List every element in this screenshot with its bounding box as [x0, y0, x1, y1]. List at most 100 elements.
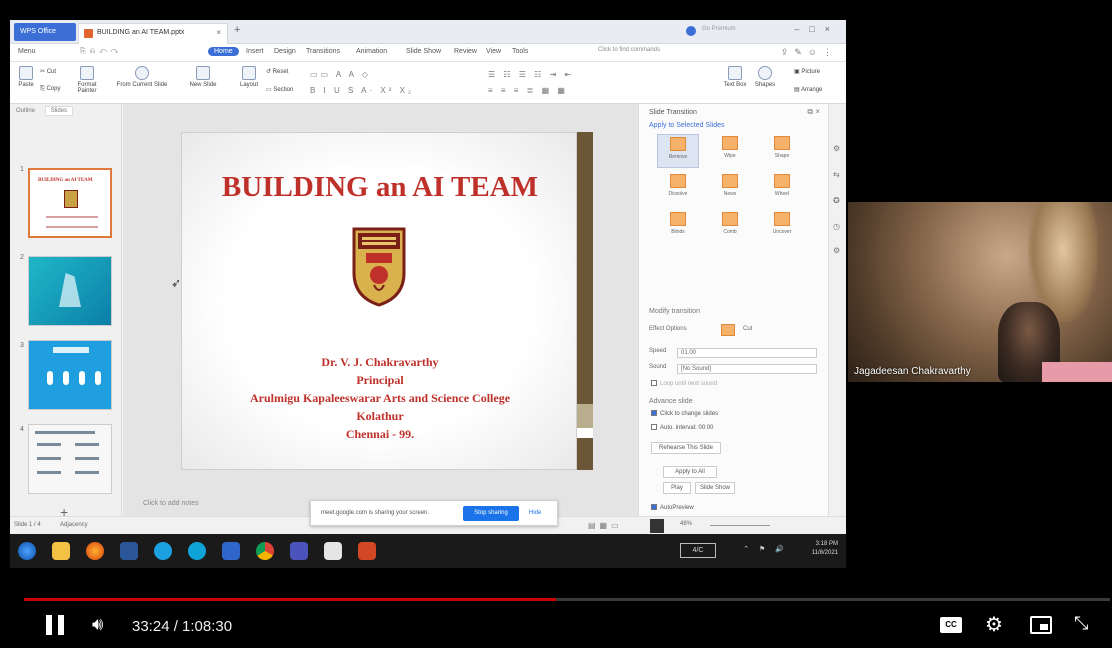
miniplayer-icon[interactable] [1030, 616, 1052, 634]
transition-comb[interactable]: Comb [709, 210, 751, 244]
tab-tools[interactable]: Tools [512, 48, 528, 55]
slide-thumbnail-3[interactable] [28, 340, 112, 410]
auto-interval-checkbox[interactable]: Auto. interval: 00:00 [651, 424, 713, 431]
autopreview-checkbox[interactable]: AutoPreview [651, 504, 694, 511]
language-indicator[interactable]: 4/C [680, 543, 716, 558]
tab-animation[interactable]: Animation [356, 48, 387, 55]
arrange-button[interactable]: ▤ Arrange [794, 86, 822, 93]
slide-thumbnail-2[interactable] [28, 256, 112, 326]
transition-wheel[interactable]: Wheel [761, 172, 803, 206]
system-tray-icons[interactable]: ⌃ ⚑ 🔊 [743, 545, 788, 553]
play-button[interactable]: Play [663, 482, 691, 494]
start-icon[interactable] [18, 542, 36, 560]
transition-uncover[interactable]: Uncover [761, 210, 803, 244]
app-icon[interactable] [222, 542, 240, 560]
notes-placeholder[interactable]: Click to add notes [143, 500, 199, 507]
close-tab-icon[interactable]: × [216, 24, 221, 42]
slide-thumbnail-4[interactable] [28, 424, 112, 494]
close-panel-icon[interactable]: ⧉ × [807, 107, 820, 117]
effect-icon[interactable] [721, 324, 735, 336]
section-button[interactable]: ▭ Section [266, 86, 293, 93]
apply-to-all-button[interactable]: Apply to All [663, 466, 717, 478]
zoom-slider[interactable] [710, 525, 770, 526]
transition-blinds[interactable]: Blinds [657, 210, 699, 244]
select-icon[interactable]: ⇆ [833, 170, 840, 179]
command-search[interactable]: Click to find commands [598, 47, 698, 59]
transition-dissolve[interactable]: Dissolve [657, 172, 699, 206]
speed-input[interactable]: 01.00 [677, 348, 817, 358]
share-icons[interactable]: ⇪✎☺⋮ [781, 47, 838, 58]
settings-icon[interactable]: ⚙ [833, 246, 840, 255]
tab-transitions[interactable]: Transitions [306, 48, 340, 55]
view-buttons[interactable]: ▤▦▭ [588, 521, 623, 530]
cut-button[interactable]: ✂ Cut [40, 68, 56, 75]
zoom-level[interactable]: 48% [680, 521, 692, 527]
captions-icon[interactable]: CC [940, 617, 962, 633]
hide-banner-link[interactable]: Hide [529, 510, 541, 516]
tab-review[interactable]: Review [454, 48, 477, 55]
volume-icon[interactable]: 🔊︎ [92, 614, 103, 635]
tab-slide-show[interactable]: Slide Show [406, 48, 441, 55]
layout-button[interactable]: Layout [236, 66, 262, 88]
paragraph-controls[interactable]: ☰ ☷ ☰ ☷ ⇥ ⇤ [488, 70, 574, 79]
pause-icon[interactable] [46, 615, 64, 635]
edge-icon[interactable] [154, 542, 172, 560]
transition-news[interactable]: News [709, 172, 751, 206]
new-slide-button[interactable]: New Slide [188, 66, 218, 88]
exit-fullscreen-icon[interactable]: ⤡ [1074, 613, 1088, 634]
slideshow-icon[interactable] [650, 519, 664, 533]
tab-design[interactable]: Design [274, 48, 296, 55]
current-slide[interactable]: BUILDING an AI TEAM Dr. V. J. Chakravart… [181, 132, 577, 470]
slide-thumbnail-1[interactable]: BUILDING an AI TEAM [28, 168, 112, 238]
browser-icon[interactable] [188, 542, 206, 560]
file-explorer-icon[interactable] [52, 542, 70, 560]
teams-icon[interactable] [290, 542, 308, 560]
play-from-current-button[interactable]: From Current Slide [114, 66, 170, 88]
tab-insert[interactable]: Insert [246, 48, 264, 55]
properties-icon[interactable]: ⚙ [833, 144, 840, 153]
apply-scope[interactable]: Apply to Selected Slides [649, 122, 725, 129]
firefox-icon[interactable] [86, 542, 104, 560]
tab-outline[interactable]: Outline [16, 108, 35, 114]
rehearse-button[interactable]: Rehearse This Slide [651, 442, 721, 454]
on-click-checkbox[interactable]: Click to change slides [651, 410, 718, 417]
font-controls[interactable]: ▭▭ A A ◇ [310, 70, 371, 79]
shapes-button[interactable]: Shapes [752, 66, 778, 88]
window-controls[interactable]: –□× [794, 24, 840, 34]
tab-view[interactable]: View [486, 48, 501, 55]
tab-home[interactable]: Home [208, 47, 239, 56]
settings-gear-icon[interactable]: ⚙ [985, 612, 1003, 637]
loop-sound-checkbox[interactable]: Loop until next sound [651, 380, 717, 387]
effect-value[interactable]: Cut [743, 326, 752, 332]
paste-button[interactable]: Paste [16, 66, 36, 88]
timer-icon[interactable]: ◷ [833, 222, 840, 231]
format-painter-button[interactable]: Format Painter [72, 66, 102, 94]
reset-button[interactable]: ↺ Reset [266, 68, 288, 75]
copy-button[interactable]: ⎘ Copy [40, 86, 60, 93]
animation-icon[interactable]: ✪ [833, 196, 840, 205]
transition-shape[interactable]: Shape [761, 134, 803, 168]
tab-slides[interactable]: Slides [44, 106, 74, 116]
transition-wipe[interactable]: Wipe [709, 134, 751, 168]
tab-menu[interactable]: Menu [18, 48, 36, 55]
text-box-button[interactable]: Text Box [722, 66, 748, 88]
sound-select[interactable]: [No Sound] [677, 364, 817, 374]
transition-remove[interactable]: Remove [657, 134, 699, 168]
font-style-controls[interactable]: B I U S A· X² X₂ [310, 86, 414, 95]
document-tab[interactable]: BUILDING an AI TEAM.pptx × [78, 23, 228, 44]
account-avatar[interactable] [686, 26, 696, 36]
wps-taskbar-icon[interactable] [358, 542, 376, 560]
stop-sharing-button[interactable]: Stop sharing [463, 506, 519, 521]
progress-bar[interactable] [24, 598, 1110, 601]
word-icon[interactable] [120, 542, 138, 560]
notepad-icon[interactable] [324, 542, 342, 560]
quick-access-icons[interactable]: ⎘⎌↶↷ [80, 48, 122, 56]
clock[interactable]: 3:18 PM 11/8/2021 [812, 540, 838, 558]
new-tab-icon[interactable]: + [234, 24, 240, 36]
alignment-controls[interactable]: ≡ ≡ ≡ ≣ ▦ ▦ [488, 86, 568, 95]
slide-show-button[interactable]: Slide Show [695, 482, 735, 494]
picture-button[interactable]: ▣ Picture [794, 68, 820, 75]
premium-link[interactable]: Go Premium [702, 26, 762, 36]
chrome-icon[interactable] [256, 542, 274, 560]
wps-home-tab[interactable]: WPS Office [14, 23, 76, 41]
